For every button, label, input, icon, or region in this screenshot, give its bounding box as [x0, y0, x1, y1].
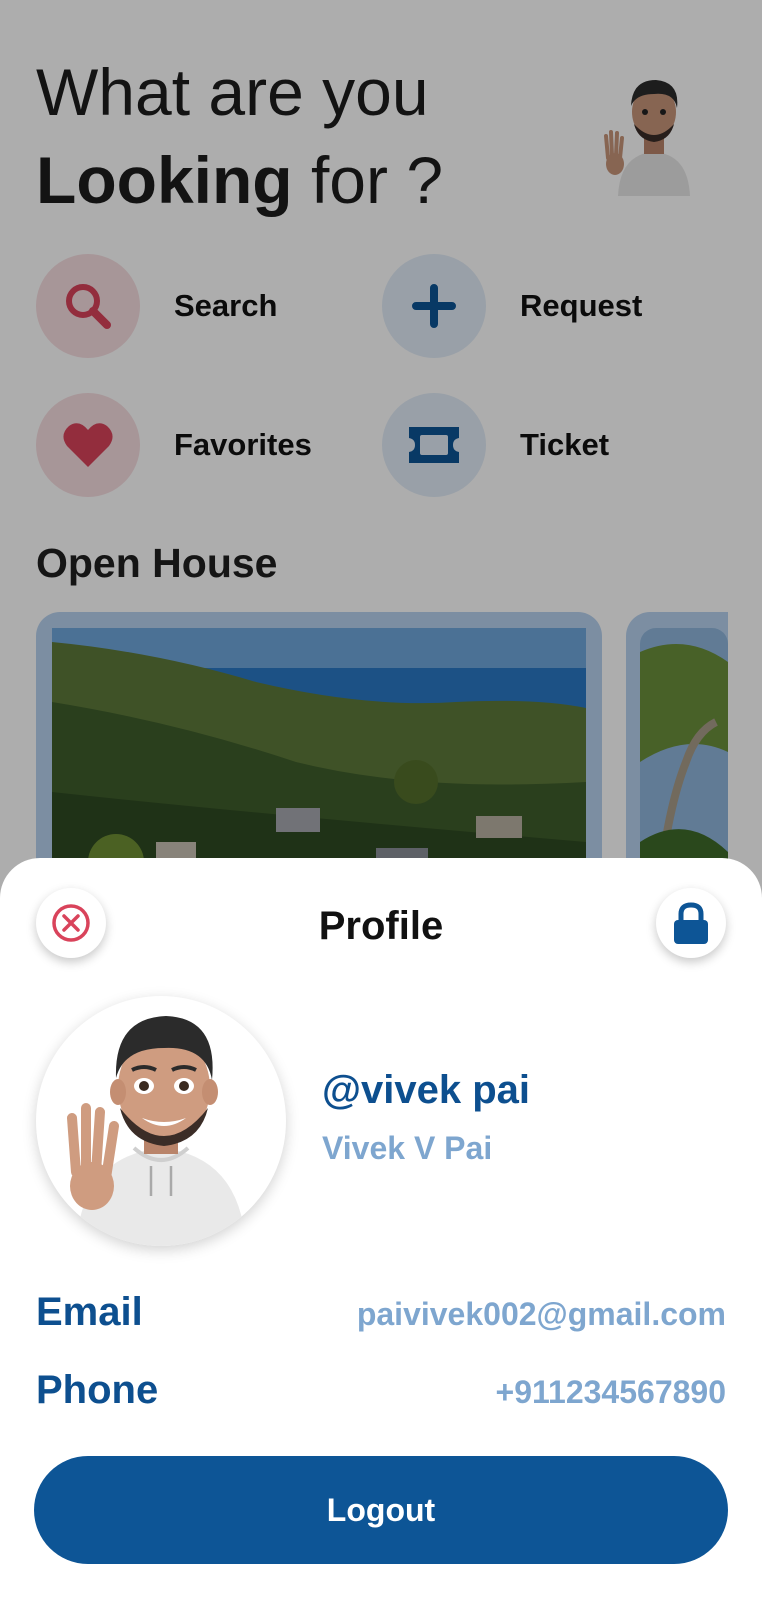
lock-icon	[674, 902, 708, 944]
phone-label: Phone	[36, 1368, 159, 1412]
lock-button[interactable]	[656, 888, 726, 958]
email-label: Email	[36, 1290, 143, 1334]
sheet-title: Profile	[318, 904, 444, 948]
profile-handle: @vivek pai	[322, 1068, 531, 1112]
logout-button[interactable]: Logout	[34, 1456, 728, 1564]
phone-value: +911234567890	[495, 1374, 726, 1410]
profile-avatar[interactable]	[36, 996, 286, 1246]
profile-full-name: Vivek V Pai	[322, 1130, 493, 1166]
email-value: paivivek002@gmail.com	[356, 1296, 726, 1332]
profile-sheet: Profile @vivek pai Vivek V Pai Email pai…	[0, 858, 762, 1600]
